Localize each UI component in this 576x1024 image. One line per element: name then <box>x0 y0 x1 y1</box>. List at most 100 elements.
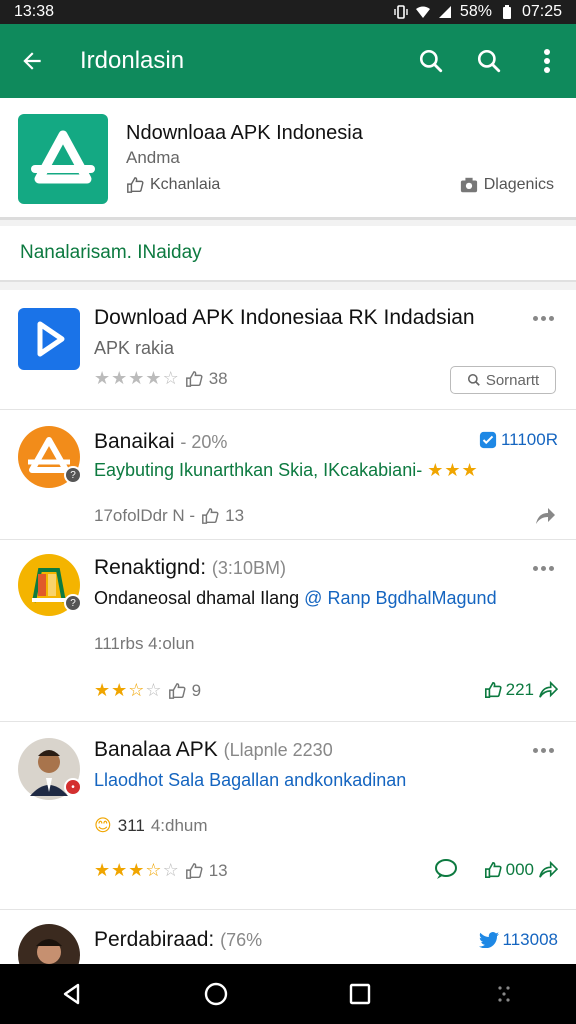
share-arrow-icon <box>539 861 558 878</box>
thumb-up-outline-icon <box>185 370 203 387</box>
thumb-up-outline-icon <box>168 682 186 699</box>
item-subtitle: APK rakia <box>94 338 175 358</box>
more-options-button[interactable] <box>528 558 558 578</box>
list-item[interactable]: • Banalaa APK (Llapnle 2230 Llaodhot Sal… <box>0 722 576 910</box>
app-meta-label: Kchanlaia <box>150 176 221 193</box>
status-time: 13:38 <box>14 3 55 20</box>
helpful-button[interactable]: 221 <box>484 680 558 700</box>
avatar: ? <box>18 554 82 616</box>
item-actions: ★ ★ ☆ ☆ 9 <box>94 680 201 701</box>
nav-home-button[interactable] <box>176 964 256 1024</box>
chat-bubble-icon <box>435 859 457 879</box>
item-meta-text: 4:dhum <box>150 816 208 835</box>
item-meta: ★ ★ ★ ★ ☆ 38 <box>94 368 228 389</box>
item-description: Ondaneosal dhamal Ilang @ Ranp BgdhalMag… <box>94 588 497 608</box>
vibrate-icon <box>394 5 408 19</box>
more-options-button[interactable] <box>528 740 558 760</box>
twitter-bird-icon <box>478 932 499 948</box>
overflow-menu-button[interactable] <box>518 24 576 98</box>
nav-back-button[interactable] <box>32 964 112 1024</box>
play-blue-icon <box>18 308 80 370</box>
search-icon <box>477 49 501 73</box>
list-item[interactable]: ? Renaktignd: (3:10BM) Ondaneosal dhamal… <box>0 540 576 722</box>
back-arrow-icon <box>23 52 41 70</box>
item-meta: 17ofolDdr Ν - 13 <box>94 506 244 526</box>
app-logo <box>18 114 108 204</box>
list-item[interactable]: Perdabiraad: (76% 113008 <box>0 910 576 964</box>
item-title: Banalaa APK (Llapnle 2230 <box>94 738 333 761</box>
rating-stars: ★ ★ ☆ ☆ <box>94 680 162 700</box>
nav-dots-icon <box>498 986 510 1002</box>
app-title: Ndownloaa APK Indonesia <box>126 122 363 144</box>
item-meta-num: 311 <box>117 816 145 835</box>
search-button[interactable] <box>402 24 460 98</box>
app-meta: Kchanlaia <box>126 176 220 194</box>
more-options-button[interactable] <box>528 308 558 328</box>
nav-recents-button[interactable] <box>320 964 400 1024</box>
emoji-icon: 😊 <box>94 816 112 835</box>
thumb-up-outline-icon <box>185 862 203 879</box>
rating-stars: ★ ★ ★ ★ ☆ <box>94 368 179 388</box>
item-description: Llaodhot Sala Bagallan andkonkadinan <box>94 770 407 790</box>
signal-icon <box>438 6 451 18</box>
avatar <box>18 924 80 964</box>
battery-percent: 58% <box>459 3 492 20</box>
filter-bar[interactable]: Nanalarisam. INaiday <box>0 226 576 282</box>
report-button[interactable]: Sornartt <box>450 366 556 394</box>
user-badge-icon: ? <box>64 466 82 484</box>
comment-button[interactable] <box>434 858 458 885</box>
review-list: Download APK Indonesiaa RK Indadsian APK… <box>0 290 576 964</box>
item-meta-text: 111rbs 4:olun <box>94 634 195 653</box>
camera-icon <box>460 177 477 193</box>
share-arrow-icon <box>539 681 558 698</box>
avatar: • <box>18 738 82 800</box>
item-description: Eaybuting Ikunarthkan Skia, IKcakabiani-… <box>94 460 478 480</box>
wifi-icon <box>415 6 430 18</box>
like-count: 38 <box>208 368 228 388</box>
search-alt-button[interactable] <box>460 24 518 98</box>
mention-link[interactable]: @ Ranp BgdhalMagund <box>304 588 496 608</box>
item-title: Banaikai - 20% <box>94 430 228 453</box>
twitter-count: 113008 <box>478 930 558 950</box>
app-header-card[interactable]: Ndownloaa APK Indonesia Andma Kchanlaia … <box>0 98 576 220</box>
filter-label: Nanalarisam. INaiday <box>20 242 202 263</box>
user-badge-icon: ? <box>64 594 82 612</box>
status-icons: 58% 07:25 <box>394 3 562 21</box>
status-clock: 07:25 <box>521 3 562 20</box>
item-meta: 😊 311 4:dhum <box>94 816 208 836</box>
like-count: 13 <box>208 860 228 880</box>
app-bar: Irdonlasin <box>0 24 576 98</box>
user-badge-icon: • <box>64 778 82 796</box>
back-button[interactable] <box>0 24 64 98</box>
share-button[interactable] <box>534 506 556 531</box>
nav-recents-icon <box>349 983 371 1005</box>
like-count: 13 <box>225 506 245 525</box>
status-bar: 13:38 58% 07:25 <box>0 0 576 24</box>
thumb-up-outline-icon <box>127 177 144 193</box>
rating-stars: ★ ★ ★ <box>427 460 478 480</box>
more-vert-icon <box>544 49 550 73</box>
diagnostics-button[interactable]: Dlagenics <box>460 176 554 194</box>
list-item[interactable]: Download APK Indonesiaa RK Indadsian APK… <box>0 290 576 410</box>
item-title: Download APK Indonesiaa RK Indadsian <box>94 306 475 329</box>
search-icon <box>467 373 480 386</box>
system-nav-bar <box>0 964 576 1024</box>
person-photo-icon <box>18 924 80 964</box>
share-arrow-icon <box>536 508 555 524</box>
thumb-up-icon <box>484 861 502 879</box>
nav-menu-button[interactable] <box>464 964 544 1024</box>
thumb-up-outline-icon <box>202 508 219 524</box>
report-label: Sornartt <box>485 371 540 389</box>
app-bar-title: Irdonlasin <box>80 47 185 74</box>
search-icon <box>419 49 443 73</box>
avatar: ? <box>18 426 82 488</box>
battery-icon <box>502 5 511 19</box>
list-item[interactable]: ? Banaikai - 20% 11100R Eaybuting Ikunar… <box>0 410 576 540</box>
app-icon <box>18 308 80 370</box>
nav-home-icon <box>204 982 228 1006</box>
helpful-button[interactable]: 000 <box>484 860 558 880</box>
rating-stars: ★ ★ ★ ☆ ☆ <box>94 860 179 880</box>
nav-back-icon <box>63 983 80 1005</box>
diagnostics-label: Dlagenics <box>483 176 554 193</box>
item-meta-text: 17ofolDdr Ν - <box>94 506 196 525</box>
